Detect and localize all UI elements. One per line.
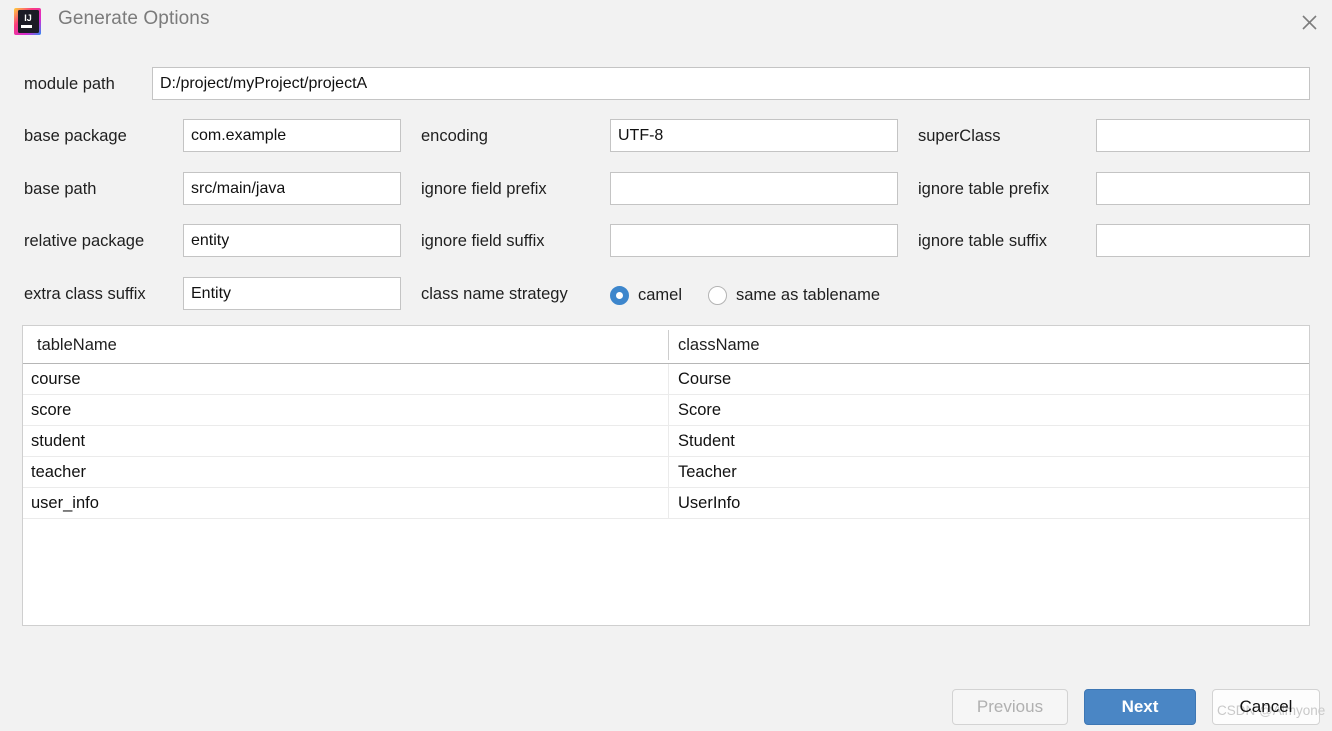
column-resize-divider[interactable]	[668, 330, 669, 360]
base-path-input[interactable]: src/main/java	[183, 172, 401, 205]
table-row[interactable]: student Student	[23, 426, 1309, 457]
label-ignore-table-prefix: ignore table prefix	[918, 180, 1050, 198]
row-column-divider	[668, 395, 669, 426]
extra-class-suffix-input[interactable]: Entity	[183, 277, 401, 310]
label-class-name-strategy: class name strategy	[421, 285, 568, 303]
cell-classname: Student	[678, 432, 735, 450]
encoding-value: UTF-8	[618, 126, 664, 144]
table-row[interactable]: score Score	[23, 395, 1309, 426]
cell-tablename: user_info	[31, 494, 99, 512]
cell-classname: Teacher	[678, 463, 737, 481]
radio-camel-label: camel	[638, 285, 683, 304]
label-extra-class-suffix: extra class suffix	[24, 285, 146, 303]
cancel-button[interactable]: Cancel	[1212, 689, 1320, 725]
module-path-input[interactable]: D:/project/myProject/projectA	[152, 67, 1310, 100]
label-base-path: base path	[24, 180, 97, 198]
column-header-tablename[interactable]: tableName	[37, 326, 117, 364]
row-column-divider	[668, 364, 669, 395]
label-super-class: superClass	[918, 127, 1001, 145]
cancel-button-label: Cancel	[1239, 697, 1293, 716]
encoding-input[interactable]: UTF-8	[610, 119, 898, 152]
svg-text:IJ: IJ	[24, 13, 32, 23]
relative-package-input[interactable]: entity	[183, 224, 401, 257]
relative-package-value: entity	[191, 231, 230, 249]
label-ignore-field-suffix: ignore field suffix	[421, 232, 545, 250]
window-title: Generate Options	[58, 8, 210, 29]
label-ignore-field-prefix: ignore field prefix	[421, 180, 547, 198]
extra-class-suffix-value: Entity	[191, 284, 232, 302]
radio-option-camel[interactable]: camel	[610, 283, 682, 307]
next-button[interactable]: Next	[1084, 689, 1196, 725]
cell-tablename: course	[31, 370, 81, 388]
column-header-classname[interactable]: className	[678, 326, 760, 364]
label-base-package: base package	[24, 127, 127, 145]
row-column-divider	[668, 426, 669, 457]
base-package-input[interactable]: com.example	[183, 119, 401, 152]
label-module-path: module path	[24, 75, 115, 93]
row-column-divider	[668, 488, 669, 519]
table-row[interactable]: course Course	[23, 364, 1309, 395]
generate-options-dialog: IJ Generate Options module path D:/proje…	[0, 0, 1332, 731]
base-package-value: com.example	[191, 126, 287, 144]
row-column-divider	[668, 457, 669, 488]
intellij-idea-logo-icon: IJ	[13, 7, 43, 37]
radio-camel-indicator-icon	[610, 285, 629, 305]
radio-option-same-as-tablename[interactable]: same as tablename	[708, 283, 880, 307]
cell-tablename: student	[31, 432, 86, 450]
cell-tablename: score	[31, 401, 72, 419]
title-bar: IJ Generate Options	[0, 0, 1332, 44]
super-class-input[interactable]	[1096, 119, 1310, 152]
tables-mapping-panel[interactable]: tableName className course Course score …	[22, 325, 1310, 626]
table-row[interactable]: user_info UserInfo	[23, 488, 1309, 519]
close-icon	[1301, 14, 1318, 31]
base-path-value: src/main/java	[191, 179, 286, 197]
label-ignore-table-suffix: ignore table suffix	[918, 232, 1048, 250]
cell-tablename: teacher	[31, 463, 87, 481]
ignore-field-prefix-input[interactable]	[610, 172, 898, 205]
table-row[interactable]: teacher Teacher	[23, 457, 1309, 488]
table-header-row: tableName className	[23, 326, 1309, 364]
ignore-field-suffix-input[interactable]	[610, 224, 898, 257]
module-path-value: D:/project/myProject/projectA	[160, 74, 368, 92]
close-button[interactable]	[1286, 0, 1332, 44]
radio-same-as-tablename-indicator-icon	[708, 285, 727, 305]
label-relative-package: relative package	[24, 232, 145, 250]
label-encoding: encoding	[421, 127, 488, 145]
ignore-table-suffix-input[interactable]	[1096, 224, 1310, 257]
cell-classname: Score	[678, 401, 722, 419]
ignore-table-prefix-input[interactable]	[1096, 172, 1310, 205]
radio-same-as-tablename-label: same as tablename	[736, 285, 880, 304]
previous-button[interactable]: Previous	[952, 689, 1068, 725]
cell-classname: Course	[678, 370, 732, 388]
cell-classname: UserInfo	[678, 494, 741, 512]
